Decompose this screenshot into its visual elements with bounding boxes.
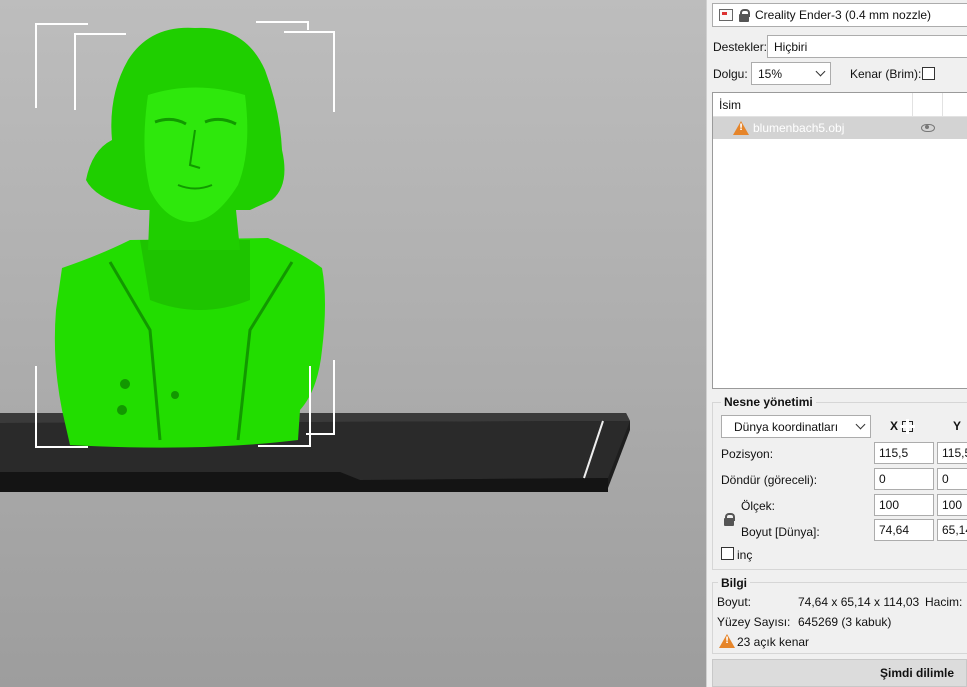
3d-viewport[interactable]: [0, 0, 706, 687]
warning-icon: [719, 634, 735, 648]
inch-checkbox[interactable]: [721, 547, 734, 560]
position-label: Pozisyon:: [721, 447, 774, 461]
scene-canvas[interactable]: [0, 0, 706, 687]
open-edges-warning: 23 açık kenar: [737, 635, 810, 649]
size-y-value: 65,14: [942, 523, 967, 537]
axis-y-header: Y: [953, 419, 961, 433]
supports-select[interactable]: Hiçbiri: [767, 35, 967, 58]
volume-label: Hacim:: [925, 595, 963, 609]
facets-label: Yüzey Sayısı:: [717, 615, 791, 629]
size-info-label: Boyut:: [717, 595, 752, 609]
infill-value: 15%: [758, 66, 783, 81]
object-name: blumenbach5.obj: [753, 121, 845, 135]
coordinate-system-value: Dünya koordinatları: [734, 419, 839, 434]
object-list-header: İsim: [713, 93, 967, 117]
brim-label: Kenar (Brim):: [850, 67, 922, 81]
scale-label: Ölçek:: [741, 499, 776, 513]
info-title: Bilgi: [718, 576, 750, 590]
warning-icon: [733, 121, 749, 135]
chevron-down-icon: [855, 419, 866, 430]
position-x-input[interactable]: 115,5: [874, 442, 934, 464]
supports-value: Hiçbiri: [774, 39, 808, 54]
size-y-input[interactable]: 65,14: [937, 519, 967, 541]
rotate-x-input[interactable]: 0: [874, 468, 934, 490]
printer-icon: [719, 9, 733, 21]
size-label: Boyut [Dünya]:: [741, 525, 820, 539]
scale-x-value: 100: [879, 498, 900, 512]
lock-icon[interactable]: [724, 513, 735, 526]
rotate-y-value: 0: [942, 472, 949, 486]
size-info-value: 74,64 x 65,14 x 114,03: [798, 595, 920, 609]
axis-x-icon: [900, 418, 916, 434]
model-bust[interactable]: [54, 27, 325, 448]
scale-x-input[interactable]: 100: [874, 494, 934, 516]
position-y-value: 115,5: [942, 446, 967, 460]
position-y-input[interactable]: 115,5: [937, 442, 967, 464]
size-x-value: 74,64: [879, 523, 910, 537]
position-x-value: 115,5: [879, 446, 909, 460]
infill-select[interactable]: 15%: [751, 62, 831, 85]
rotate-label: Döndür (göreceli):: [721, 473, 818, 487]
axis-y-label: Y: [953, 419, 962, 433]
slice-now-label: Şimdi dilimle: [879, 666, 954, 680]
rotate-y-input[interactable]: 0: [937, 468, 967, 490]
coordinate-system-select[interactable]: Dünya koordinatları: [721, 415, 871, 438]
scale-y-value: 100: [942, 498, 963, 512]
size-x-input[interactable]: 74,64: [874, 519, 934, 541]
infill-label: Dolgu:: [713, 67, 748, 81]
axis-x-header: X: [890, 418, 916, 434]
facets-value: 645269 (3 kabuk): [798, 615, 892, 629]
rotate-x-value: 0: [879, 472, 886, 486]
scale-y-input[interactable]: 100: [937, 494, 967, 516]
printer-name: Creality Ender-3 (0.4 mm nozzle): [755, 8, 932, 22]
name-column-header[interactable]: İsim: [719, 98, 741, 112]
eye-icon[interactable]: [921, 124, 935, 132]
brim-checkbox[interactable]: [922, 67, 935, 80]
object-list[interactable]: İsim blumenbach5.obj: [712, 92, 967, 389]
axis-x-label: X: [890, 419, 899, 433]
printer-selector[interactable]: Creality Ender-3 (0.4 mm nozzle): [712, 3, 967, 27]
chevron-down-icon: [815, 66, 826, 77]
object-manipulation-title: Nesne yönetimi: [721, 395, 816, 409]
inch-label: inç: [737, 548, 753, 562]
slice-now-button[interactable]: Şimdi dilimle: [712, 659, 967, 687]
supports-label: Destekler:: [713, 40, 768, 54]
object-row[interactable]: blumenbach5.obj: [713, 117, 967, 139]
lock-icon: [739, 8, 750, 22]
